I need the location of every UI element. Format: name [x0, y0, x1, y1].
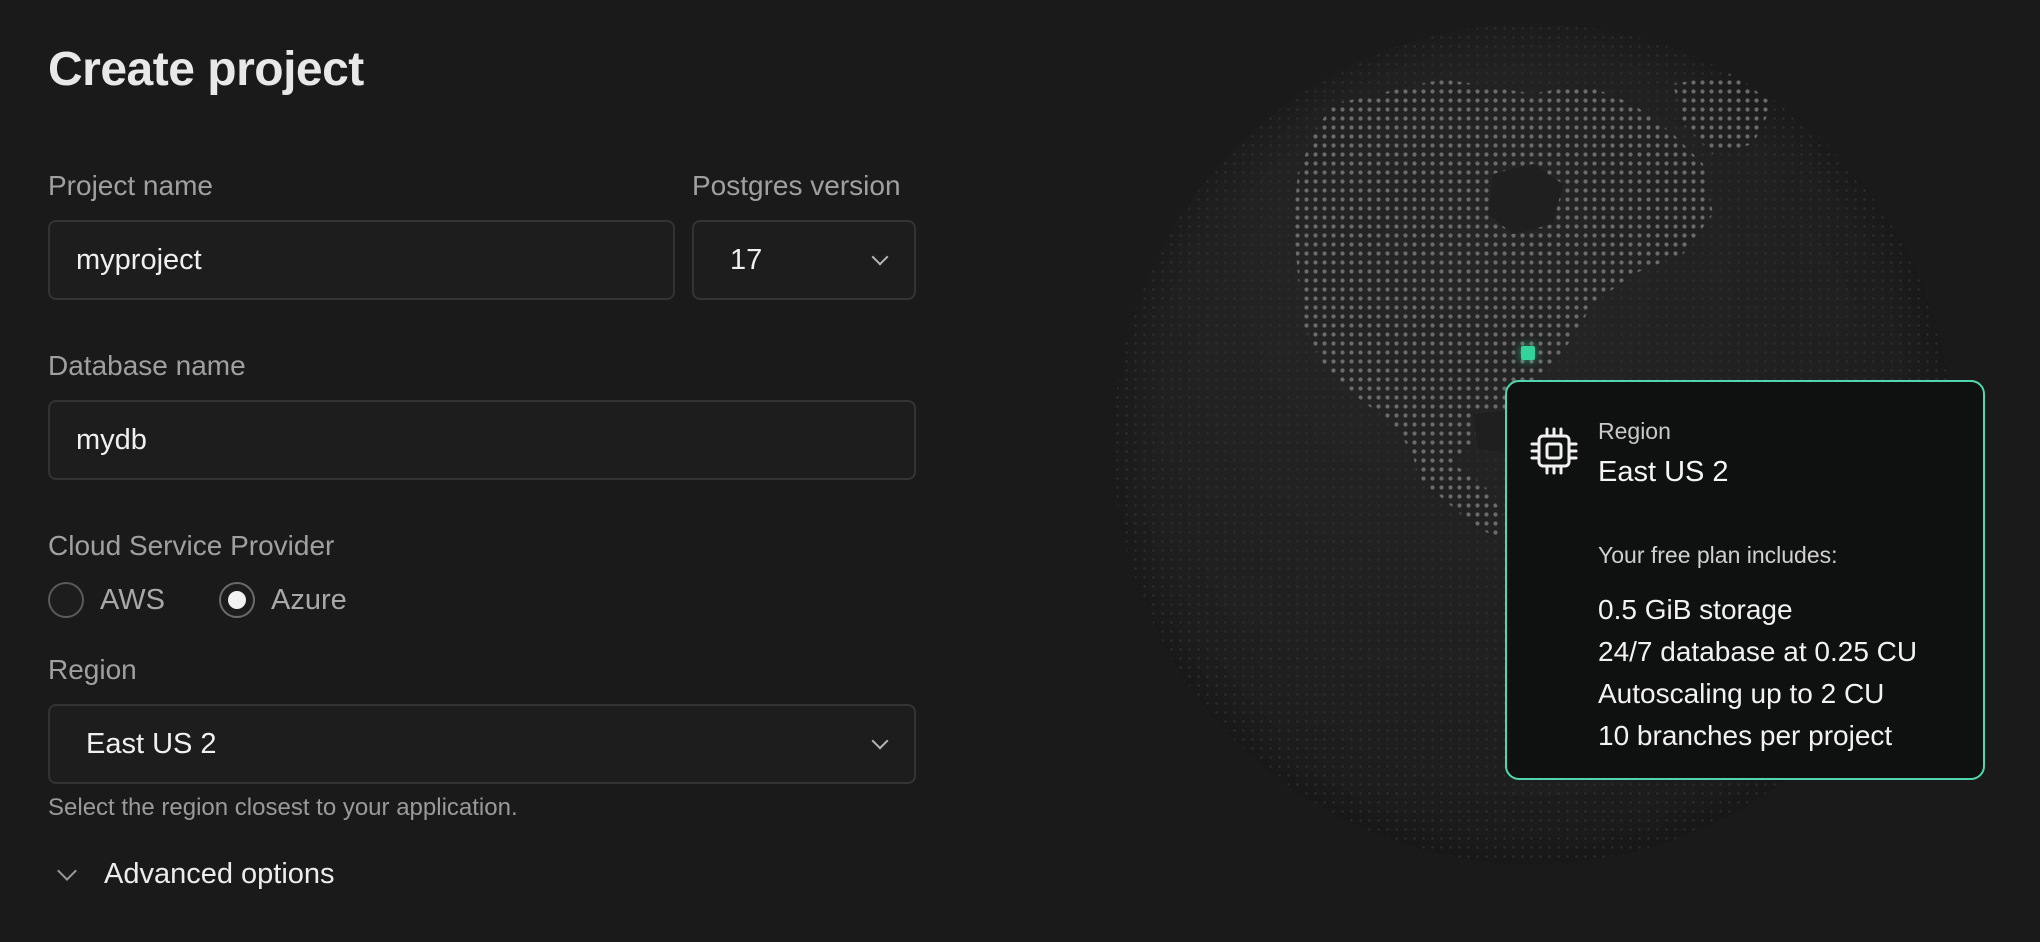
project-name-input[interactable]: myproject — [48, 220, 675, 300]
project-name-label: Project name — [48, 170, 213, 201]
plan-feature: 24/7 database at 0.25 CU — [1598, 636, 1918, 667]
plan-feature-list: 0.5 GiB storage 24/7 database at 0.25 CU… — [1598, 589, 1917, 757]
postgres-version-select[interactable]: 17 — [692, 220, 916, 300]
region-label: Region — [48, 654, 137, 685]
chevron-down-icon — [871, 248, 889, 266]
postgres-version-value: 17 — [730, 243, 763, 276]
database-name-value: mydb — [76, 423, 147, 456]
cloud-provider-radio-group: AWS Azure — [48, 578, 387, 622]
chip-icon — [1530, 427, 1578, 475]
region-location-marker — [1521, 346, 1535, 360]
chevron-down-icon — [871, 732, 889, 750]
create-project-page: Create project Project name myproject Po… — [0, 0, 2040, 942]
database-name-input[interactable]: mydb — [48, 400, 916, 480]
cloud-provider-label: Cloud Service Provider — [48, 530, 335, 561]
card-region-label: Region — [1598, 418, 1671, 444]
card-plan-heading: Your free plan includes: — [1598, 542, 1838, 568]
card-region-value: East US 2 — [1598, 456, 1729, 488]
radio-option-aws[interactable]: AWS — [48, 582, 165, 618]
aws-radio[interactable] — [48, 582, 84, 618]
advanced-options-toggle[interactable]: Advanced options — [48, 858, 335, 891]
region-info-card: Region East US 2 Your free plan includes… — [1505, 380, 1985, 780]
region-value: East US 2 — [86, 727, 217, 760]
chevron-down-icon — [57, 860, 77, 881]
aws-radio-label: AWS — [100, 583, 165, 616]
region-select[interactable]: East US 2 — [48, 704, 916, 784]
project-name-value: myproject — [76, 243, 202, 276]
region-hint: Select the region closest to your applic… — [48, 794, 518, 821]
radio-option-azure[interactable]: Azure — [218, 582, 347, 618]
azure-radio[interactable] — [218, 582, 255, 618]
plan-feature: Autoscaling up to 2 CU — [1598, 678, 1885, 709]
postgres-version-label: Postgres version — [692, 170, 901, 201]
advanced-options-label: Advanced options — [104, 858, 335, 890]
plan-feature: 10 branches per project — [1598, 720, 1893, 751]
database-name-label: Database name — [48, 350, 246, 381]
page-title: Create project — [48, 43, 364, 96]
plan-feature: 0.5 GiB storage — [1598, 594, 1793, 625]
azure-radio-label: Azure — [270, 583, 347, 616]
